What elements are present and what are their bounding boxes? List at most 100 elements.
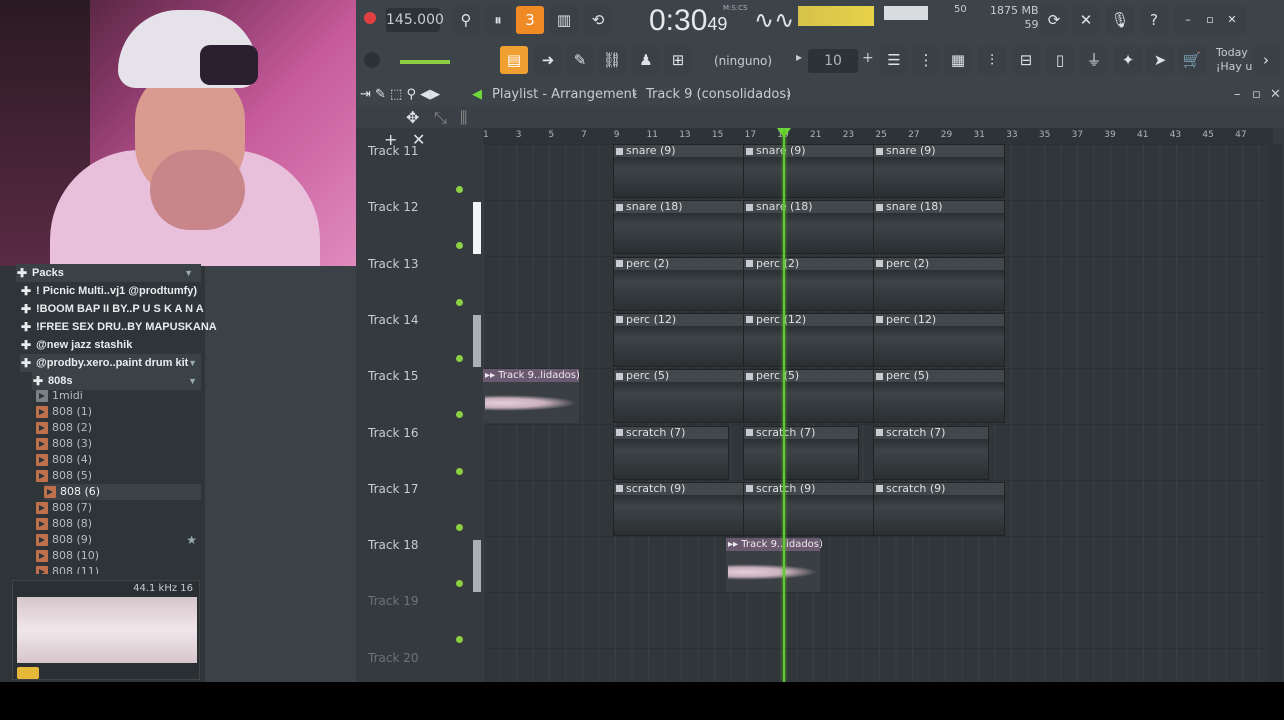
browser-file-item[interactable]: 808 (3) (36, 436, 241, 452)
keyboard-icon[interactable]: ⊞ (664, 46, 692, 74)
track-header[interactable]: Track 11 (368, 144, 478, 200)
pattern-clip[interactable]: perc (5) (613, 369, 745, 424)
pattern-clip[interactable]: perc (5) (873, 369, 1005, 424)
plugin-icon[interactable]: ⊟ (1012, 46, 1040, 74)
pattern-clip[interactable]: perc (12) (743, 312, 875, 367)
sample-preview[interactable]: 44.1 kHz 16 (12, 580, 200, 680)
browser-file-item[interactable]: 808 (5) (36, 468, 241, 484)
pattern-clip[interactable]: snare (18) (613, 200, 745, 255)
loop-record-icon[interactable]: ⟲ (584, 6, 612, 34)
link-icon[interactable]: ⤡ (434, 108, 447, 128)
track-header[interactable]: Track 16 (368, 426, 478, 482)
pattern-clip[interactable]: snare (18) (743, 200, 875, 255)
track-color-strip[interactable] (473, 202, 481, 255)
pattern-clip[interactable]: scratch (7) (873, 425, 989, 480)
countdown-icon[interactable]: 3 (516, 6, 544, 34)
sample-marker[interactable] (17, 667, 39, 679)
track-header[interactable]: Track 14 (368, 313, 478, 369)
minimize-icon[interactable]: – (1234, 84, 1241, 106)
pattern-clip[interactable]: perc (2) (743, 256, 875, 311)
browser-pack-item[interactable]: ✚ @prodby.xero..paint drum kit ▼ (20, 354, 201, 372)
pattern-song-icon[interactable]: ▤ (500, 46, 528, 74)
browser-file-item-selected[interactable]: 808 (6) (44, 484, 201, 500)
send-icon[interactable]: ➤ (1146, 46, 1174, 74)
track-enable-led[interactable] (456, 354, 463, 362)
browser-file-item[interactable]: 808 (1) (36, 404, 241, 420)
refresh-icon[interactable]: ⟳ (1040, 6, 1068, 34)
track-enable-led[interactable] (456, 467, 463, 475)
cart-icon[interactable]: 🛒 (1178, 46, 1206, 74)
track-header[interactable]: Track 15 (368, 369, 478, 425)
file-icon[interactable]: ▯ (1046, 46, 1074, 74)
pattern-clip[interactable]: perc (12) (873, 312, 1005, 367)
browser-file-item[interactable]: 1midi (36, 388, 241, 404)
help-icon[interactable]: ? (1140, 6, 1168, 34)
pattern-clip[interactable]: scratch (9) (873, 481, 1005, 536)
track-color-strip[interactable] (473, 540, 481, 593)
pattern-clip[interactable]: snare (9) (613, 144, 745, 198)
track-header[interactable]: Track 17 (368, 482, 478, 538)
piano-roll-icon[interactable]: ▦ (944, 46, 972, 74)
play-icon[interactable]: ◀ (472, 84, 482, 106)
browser-file-item[interactable]: 808 (7) (36, 500, 241, 516)
pattern-clip[interactable]: perc (2) (613, 256, 745, 311)
pattern-clip[interactable]: scratch (7) (743, 425, 859, 480)
mixer-icon[interactable]: ⫶ (978, 46, 1006, 74)
pattern-clip[interactable]: perc (2) (873, 256, 1005, 311)
pattern-clip[interactable]: scratch (9) (613, 481, 745, 536)
link-icon[interactable]: ⛓ (598, 46, 626, 74)
plug-icon[interactable]: ⏚ (1080, 46, 1108, 74)
close-icon[interactable]: ✕ (1270, 84, 1281, 106)
arrow-right-icon[interactable]: ➜ (534, 46, 562, 74)
cross-icon[interactable]: ✕ (1072, 6, 1100, 34)
pattern-clip[interactable]: perc (5) (743, 369, 875, 424)
track-header[interactable]: Track 19 (368, 594, 478, 650)
current-pattern[interactable]: Track 9 (consolidados) (646, 84, 791, 106)
browser-file-item[interactable]: 808 (9) ★ (36, 532, 201, 548)
track-header[interactable]: Track 13 (368, 257, 478, 313)
browser-file-item[interactable]: 808 (8) (36, 516, 241, 532)
track-enable-led[interactable] (456, 242, 463, 250)
pattern-clip[interactable]: scratch (9) (743, 481, 875, 536)
browser-packs-header[interactable]: ✚ Packs ▼ (16, 264, 201, 282)
track-enable-led[interactable] (456, 580, 463, 588)
microphone-icon[interactable]: 🎙 (1106, 6, 1134, 34)
wand-icon[interactable]: ✦ (1114, 46, 1142, 74)
browser-pack-item[interactable]: ✚ ! Picnic Multi..vj1 @prodtumfy) (20, 282, 225, 300)
snap-value[interactable]: 10 (808, 49, 858, 73)
master-volume-slider[interactable] (400, 60, 450, 64)
browser-file-item[interactable]: 808 (2) (36, 420, 241, 436)
browser-pack-item[interactable]: ✚ !FREE SEX DRU..BY MAPUSKANA (20, 318, 225, 336)
close-icon[interactable]: ✕ (1218, 6, 1246, 34)
track-enable-led[interactable] (456, 636, 463, 644)
wait-input-icon[interactable]: ⏸ (484, 6, 512, 34)
pattern-clip[interactable]: snare (9) (743, 144, 875, 198)
move-icon[interactable]: ✥ (406, 108, 419, 127)
track-header[interactable]: Track 20 (368, 651, 478, 682)
stamp-icon[interactable]: ♟ (632, 46, 660, 74)
vertical-scrollbar[interactable] (1268, 144, 1282, 682)
step-edit-icon[interactable]: ▥ (550, 6, 578, 34)
track-enable-led[interactable] (456, 523, 463, 531)
browser-pack-item[interactable]: ✚ @new jazz stashik (20, 336, 225, 354)
metronome-icon[interactable]: ⚲ (452, 6, 480, 34)
track-header[interactable]: Track 18 (368, 538, 478, 594)
audio-clip[interactable]: ▸▸ Track 9..lidados) (483, 369, 580, 424)
master-volume-meter[interactable] (798, 6, 874, 26)
playlist-tools-icons[interactable]: ⇥ ✎ ⬚ ⚲ ◀▶ (360, 84, 440, 106)
grid-icon[interactable]: ⫼ (460, 108, 467, 128)
pattern-clip[interactable]: scratch (7) (613, 425, 729, 480)
brush-icon[interactable]: ✎ (566, 46, 594, 74)
track-enable-led[interactable] (456, 186, 463, 193)
tempo-display[interactable]: 145.000 (386, 8, 444, 32)
play-small-icon[interactable]: ▸ (796, 50, 802, 64)
record-button[interactable] (364, 12, 376, 24)
channel-rack-icon[interactable]: ⋮ (912, 46, 940, 74)
browser-pack-item[interactable]: ✚ !BOOM BAP II BY..P U S K A N A (20, 300, 225, 318)
pattern-clip[interactable]: snare (18) (873, 200, 1005, 255)
star-icon[interactable]: ★ (186, 532, 197, 548)
audio-clip[interactable]: ▸▸ Track 9..lidados) (726, 538, 823, 593)
timeline-ruler[interactable]: 1357911131517192123252729313335373941434… (483, 128, 1273, 144)
track-enable-led[interactable] (456, 298, 463, 306)
track-enable-led[interactable] (456, 411, 463, 419)
